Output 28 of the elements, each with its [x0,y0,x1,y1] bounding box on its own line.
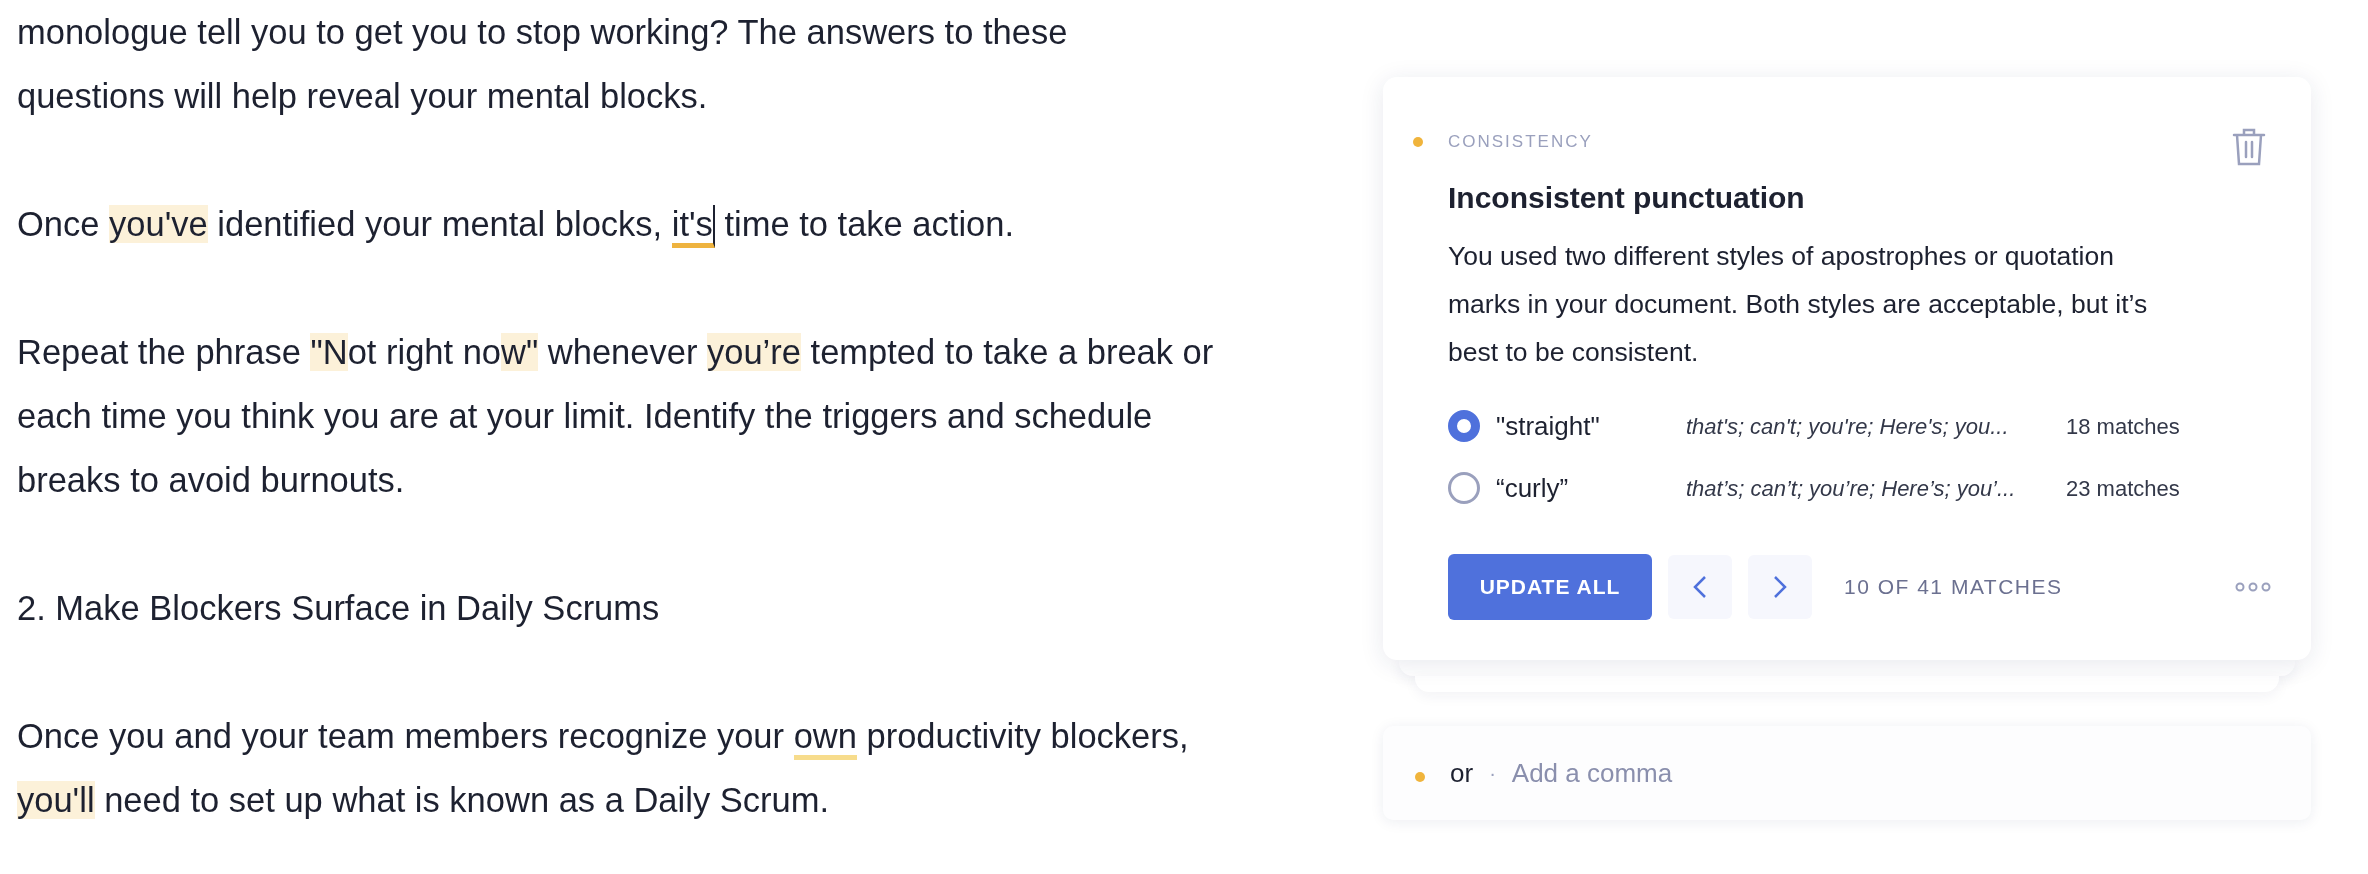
trash-icon[interactable] [2232,127,2266,167]
card-title: Inconsistent punctuation [1448,180,1806,216]
option-examples: that's; can't; you're; Here's; you... [1686,412,2010,441]
suggestion-card[interactable]: or · Add a comma [1383,726,2311,820]
chevron-left-icon [1693,575,1707,599]
paragraph: monologue tell you to get you to stop working? The answers to these questions will help reveal your mental blocks. [17,12,1069,117]
separator: · [1489,761,1496,786]
option-label: “curly” [1496,471,1570,505]
match-count: 18 matches [2066,412,2180,441]
update-all-button[interactable]: UPDATE ALL [1448,554,1652,620]
radio-button[interactable] [1448,410,1480,442]
paragraph: Repeat the phrase "Not right now" whenever you’re tempted to take a break or each time you think you are at your limit. Identify the triggers and schedule breaks to avoid burnouts. [17,332,1215,501]
card-description: You used two different styles of apostrophes or quotation marks in your document. Both styles are acceptable, but it’s best to be consistent. [1448,240,2149,369]
match-counter: 10 OF 41 MATCHES [1844,574,2063,601]
radio-button[interactable] [1448,472,1480,504]
match-count: 23 matches [2066,474,2180,503]
more-icon[interactable] [2235,582,2271,592]
previous-button[interactable] [1668,555,1732,619]
option-label: "straight" [1496,409,1601,443]
paragraph: Once you and your team members recognize your own productivity blockers, you'll need to set up what is known as a Daily Scrum. [17,716,1190,821]
category-label: CONSISTENCY [1448,131,1593,154]
flagged-word: or [1450,756,1474,790]
chevron-right-icon [1773,575,1787,599]
paragraph: Once you've identified your mental blocks, it's time to take action. [17,192,1222,256]
option-examples: that’s; can’t; you’re; Here’s; you’... [1686,474,2017,503]
paragraph: 2. Make Blockers Surface in Daily Scrums [17,588,661,629]
next-button[interactable] [1748,555,1812,619]
suggestion-text: Add a comma [1511,756,1673,790]
